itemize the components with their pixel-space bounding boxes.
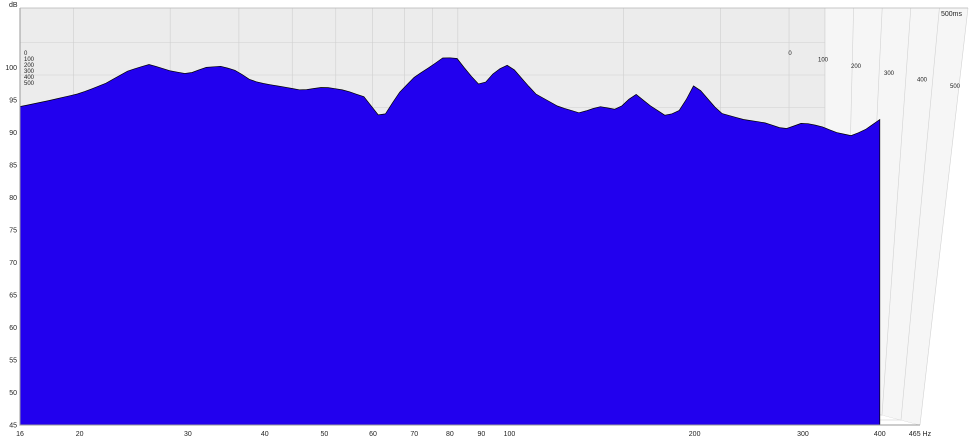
y-tick-label: 75 [9, 228, 17, 235]
x-tick-label: 100 [504, 431, 516, 438]
x-tick-label: 30 [184, 431, 192, 438]
y-tick-label: 80 [9, 195, 17, 202]
time-tick-label-right: 200 [851, 64, 862, 70]
x-tick-label: 40 [261, 431, 269, 438]
y-tick-label: 95 [9, 98, 17, 105]
x-tick-label: 200 [689, 431, 701, 438]
time-tick-label-right: 300 [884, 71, 895, 77]
y-tick-label: 45 [9, 423, 17, 430]
y-tick-label: 60 [9, 325, 17, 332]
time-tick-label-right: 100 [818, 58, 829, 64]
x-tick-label: 70 [410, 431, 418, 438]
x-tick-label: 300 [797, 431, 809, 438]
y-tick-label: 85 [9, 163, 17, 170]
y-tick-label: 55 [9, 358, 17, 365]
y-tick-label: 100 [5, 65, 17, 72]
y-tick-label: 90 [9, 130, 17, 137]
x-tick-label: 400 [874, 431, 886, 438]
x-tick-label: 60 [369, 431, 377, 438]
time-max-label: 500ms [941, 11, 963, 18]
waterfall-plot: 45 50 55 60 65 70 75 80 85 90 95 100 dB 16 20 30 40 50 60 7… [5, 2, 969, 438]
x-tick-label: 465 Hz [909, 431, 932, 438]
time-tick-label-right: 500 [950, 84, 961, 90]
time-tick-label-right: 400 [917, 77, 928, 83]
x-tick-label: 20 [76, 431, 84, 438]
y-tick-label: 65 [9, 293, 17, 300]
x-tick-label: 80 [446, 431, 454, 438]
y-tick-label: 70 [9, 260, 17, 267]
time-tick-label-left: 500 [24, 81, 35, 87]
y-unit-label: dB [9, 2, 18, 9]
x-tick-label: 50 [320, 431, 328, 438]
y-tick-label: 50 [9, 390, 17, 397]
waterfall-chart: 45 50 55 60 65 70 75 80 85 90 95 100 dB 16 20 30 40 50 60 7… [0, 0, 975, 439]
x-tick-label: 16 [16, 431, 24, 438]
x-tick-label: 90 [477, 431, 485, 438]
